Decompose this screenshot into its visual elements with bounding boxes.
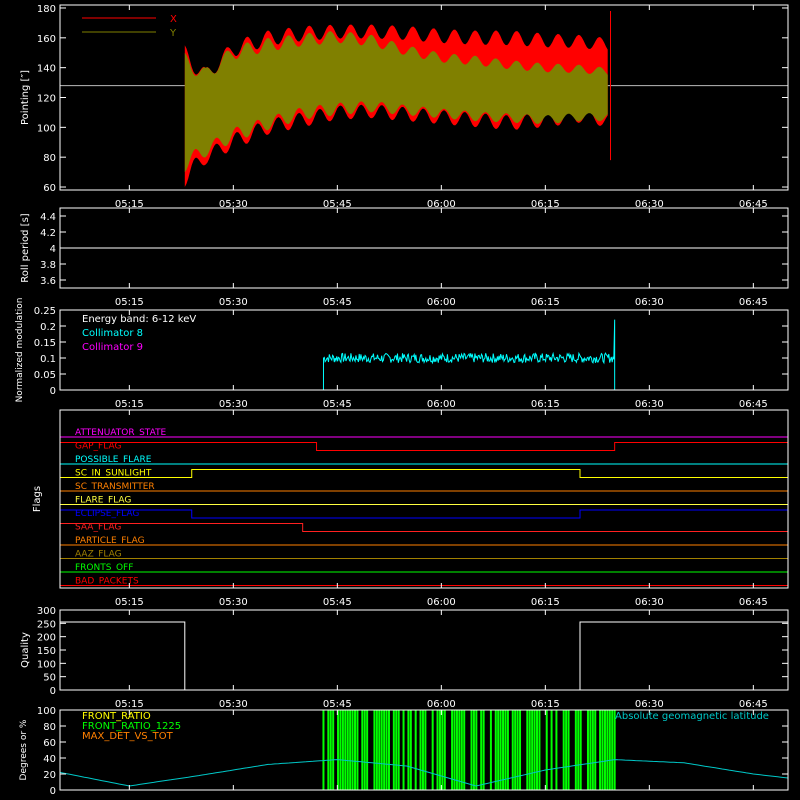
y-tick-label: 0.05 xyxy=(34,370,56,381)
y-tick-label: 180 xyxy=(37,4,56,15)
y-axis-label: Roll period [s] xyxy=(20,213,31,282)
x-tick-label: 06:15 xyxy=(531,597,560,608)
y-tick-label: 0.25 xyxy=(34,306,56,317)
y-tick-label: 0.15 xyxy=(34,338,56,349)
x-tick-label: 05:15 xyxy=(115,597,144,608)
y-tick-label: 0 xyxy=(50,786,56,797)
legend-label: MAX_DET_VS_TOT xyxy=(82,731,174,742)
x-tick-label: 05:15 xyxy=(115,699,144,710)
y-axis-label: Quality xyxy=(20,632,31,668)
y-tick-label: 0.1 xyxy=(40,354,56,365)
y-tick-label: 100 xyxy=(37,123,56,134)
legend-label: Y xyxy=(169,28,177,39)
y-tick-label: 0 xyxy=(50,386,56,397)
x-tick-label: 06:30 xyxy=(635,699,664,710)
y-tick-label: 200 xyxy=(37,633,56,644)
y-tick-label: 250 xyxy=(37,619,56,630)
y-tick-label: 40 xyxy=(43,754,56,765)
x-tick-label: 06:00 xyxy=(427,597,456,608)
x-tick-label: 05:15 xyxy=(115,399,144,410)
x-tick-label: 06:00 xyxy=(427,699,456,710)
x-tick-label: 05:30 xyxy=(219,597,248,608)
x-tick-label: 06:30 xyxy=(635,297,664,308)
y-axis-label: Pointing [″] xyxy=(20,70,31,125)
x-tick-label: 06:45 xyxy=(739,297,768,308)
y-axis-label: Degrees or % xyxy=(19,719,29,780)
y-axis-label: Normalized modulation xyxy=(15,298,25,403)
y-axis-label: Flags xyxy=(32,486,43,512)
x-tick-label: 06:45 xyxy=(739,699,768,710)
y-tick-label: 150 xyxy=(37,646,56,657)
y-tick-label: 60 xyxy=(43,183,56,194)
chart-canvas: 05:15 05:30 05:45 06:00 06:15 06:30 06:45 60 80 1… xyxy=(0,0,800,800)
x-tick-label: 06:45 xyxy=(739,597,768,608)
annotation-label: Absolute geomagnetic latitude xyxy=(615,711,769,722)
y-tick-label: 300 xyxy=(37,606,56,617)
y-tick-label: 3.6 xyxy=(40,276,56,287)
y-tick-label: 20 xyxy=(43,770,56,781)
y-tick-label: 160 xyxy=(37,34,56,45)
x-tick-label: 05:45 xyxy=(323,297,352,308)
y-tick-label: 140 xyxy=(37,64,56,75)
x-tick-label: 06:30 xyxy=(635,597,664,608)
legend-label: X xyxy=(170,14,177,25)
legend-label: Collimator 8 xyxy=(82,328,143,339)
x-tick-label: 06:15 xyxy=(531,399,560,410)
x-tick-label: 05:30 xyxy=(219,297,248,308)
y-tick-label: 80 xyxy=(43,153,56,164)
y-tick-label: 4.4 xyxy=(40,212,56,223)
y-tick-label: 0 xyxy=(50,686,56,697)
legend-label: Collimator 9 xyxy=(82,342,143,353)
x-tick-label: 05:45 xyxy=(323,399,352,410)
x-tick-label: 05:45 xyxy=(323,597,352,608)
x-tick-label: 05:45 xyxy=(323,699,352,710)
x-tick-label: 06:30 xyxy=(635,399,664,410)
x-tick-label: 06:00 xyxy=(427,399,456,410)
x-tick-label: 05:30 xyxy=(219,699,248,710)
y-tick-label: 60 xyxy=(43,738,56,749)
x-tick-label: 05:15 xyxy=(115,297,144,308)
y-tick-label: 3.8 xyxy=(40,260,56,271)
legend-title: Energy band: 6-12 keV xyxy=(82,314,196,325)
y-tick-label: 80 xyxy=(43,722,56,733)
x-tick-label: 06:15 xyxy=(531,699,560,710)
x-tick-label: 06:00 xyxy=(427,297,456,308)
y-tick-label: 100 xyxy=(37,659,56,670)
y-tick-label: 0.2 xyxy=(40,322,56,333)
x-tick-label: 05:30 xyxy=(219,399,248,410)
x-tick-label: 06:45 xyxy=(739,399,768,410)
y-tick-label: 4 xyxy=(50,244,56,255)
y-tick-label: 100 xyxy=(37,706,56,717)
y-tick-label: 4.2 xyxy=(40,228,56,239)
x-tick-label: 06:15 xyxy=(531,297,560,308)
y-tick-label: 120 xyxy=(37,94,56,105)
y-tick-label: 50 xyxy=(43,673,56,684)
